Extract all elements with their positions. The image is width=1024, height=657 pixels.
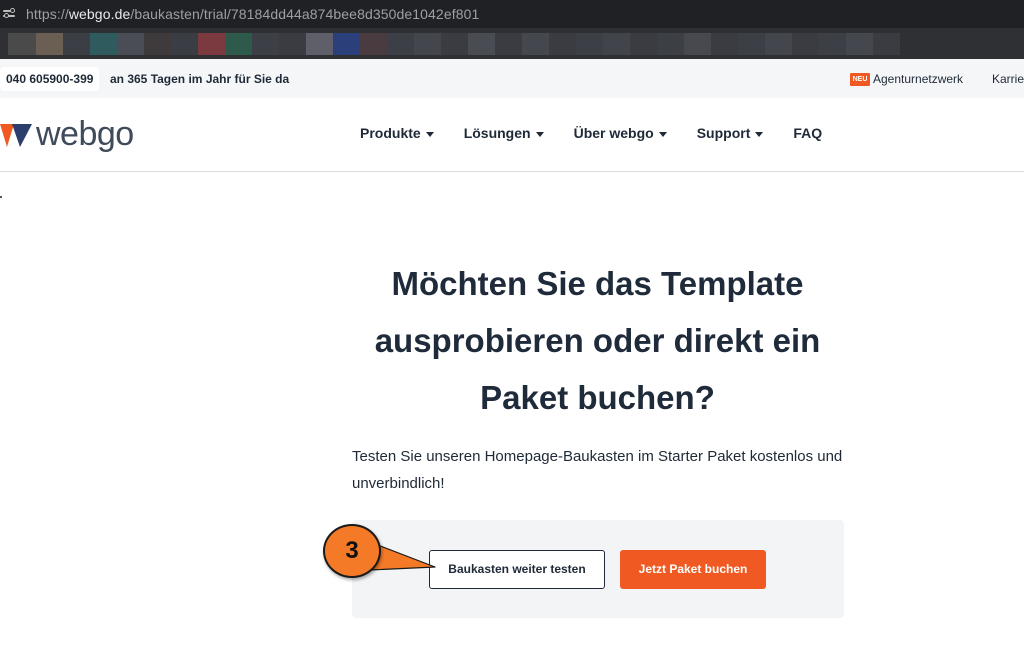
nav-produkte[interactable]: Produkte bbox=[360, 125, 434, 141]
bookmark-item[interactable] bbox=[8, 32, 36, 55]
nav-label: Support bbox=[696, 125, 751, 141]
bookmark-item[interactable] bbox=[387, 32, 414, 55]
top-info-bar: 040 605900-399 an 365 Tagen im Jahr für … bbox=[0, 59, 1024, 98]
bookmark-item[interactable] bbox=[198, 32, 225, 55]
bookmark-item[interactable] bbox=[63, 32, 90, 55]
nav-loesungen[interactable]: Lösungen bbox=[464, 125, 544, 141]
bookmark-item[interactable] bbox=[630, 32, 657, 55]
title-line: ausprobieren oder direkt ein bbox=[374, 322, 821, 359]
bookmark-item[interactable] bbox=[657, 32, 684, 55]
bookmark-item[interactable] bbox=[225, 32, 252, 55]
page-title: Möchten Sie das Template ausprobieren od… bbox=[330, 255, 865, 426]
bookmark-item[interactable] bbox=[738, 32, 765, 55]
browser-address-bar[interactable]: https://webgo.de/baukasten/trial/78184dd… bbox=[0, 0, 1024, 28]
url-prefix: https:// bbox=[26, 6, 69, 22]
bookmark-item[interactable] bbox=[117, 32, 144, 55]
nav-label: Lösungen bbox=[463, 125, 531, 141]
title-line: Paket buchen? bbox=[480, 379, 715, 416]
bookmark-item[interactable] bbox=[279, 32, 306, 55]
nav-label: Produkte bbox=[360, 125, 421, 141]
bookmark-item[interactable] bbox=[495, 32, 522, 55]
bookmark-item[interactable] bbox=[468, 32, 495, 55]
nav-support[interactable]: Support bbox=[697, 125, 764, 141]
nav-label: FAQ bbox=[793, 125, 823, 141]
nav-faq[interactable]: FAQ bbox=[793, 125, 822, 141]
bookmark-item[interactable] bbox=[306, 32, 333, 55]
new-badge: NEU bbox=[850, 73, 870, 86]
bookmark-item[interactable] bbox=[333, 32, 360, 55]
bookmark-item[interactable] bbox=[576, 32, 603, 55]
bookmark-item[interactable] bbox=[603, 32, 630, 55]
bookmark-item[interactable] bbox=[252, 32, 279, 55]
nav-ueber-webgo[interactable]: Über webgo bbox=[574, 125, 667, 141]
bookmark-item[interactable] bbox=[711, 32, 738, 55]
bookmarks-bar bbox=[0, 28, 1024, 59]
url-path: /baukasten/trial/78184dd44a874bee8d350de… bbox=[130, 6, 480, 22]
nav-label: Über webgo bbox=[573, 125, 654, 141]
site-settings-icon[interactable] bbox=[3, 7, 19, 21]
webgo-logo[interactable]: webgo bbox=[0, 114, 134, 154]
step-badge: 3 bbox=[323, 524, 381, 578]
bookmark-item[interactable] bbox=[360, 32, 387, 55]
chevron-down-icon bbox=[658, 131, 667, 137]
page-mark bbox=[0, 196, 2, 198]
karriere-link[interactable]: Karrie bbox=[992, 67, 1024, 91]
bookmark-item[interactable] bbox=[765, 32, 792, 55]
agenturnetzwerk-link[interactable]: Agenturnetzwerk bbox=[873, 67, 963, 91]
webgo-logo-icon bbox=[0, 124, 32, 147]
bookmark-item[interactable] bbox=[792, 32, 819, 55]
bookmark-item[interactable] bbox=[414, 32, 441, 55]
url-text[interactable]: https://webgo.de/baukasten/trial/78184dd… bbox=[26, 6, 479, 22]
bookmark-item[interactable] bbox=[846, 32, 873, 55]
continue-testing-button[interactable]: Baukasten weiter testen bbox=[429, 550, 605, 589]
bookmark-item[interactable] bbox=[171, 32, 198, 55]
bookmark-item[interactable] bbox=[441, 32, 468, 55]
site-header: webgo Produkte Lösungen Über webgo Suppo… bbox=[0, 98, 1024, 172]
bookmark-item[interactable] bbox=[684, 32, 711, 55]
url-domain: webgo.de bbox=[68, 6, 131, 22]
main-nav: Produkte Lösungen Über webgo Support FAQ bbox=[360, 125, 852, 141]
phone-number[interactable]: 040 605900-399 bbox=[0, 67, 100, 91]
bookmark-item[interactable] bbox=[144, 32, 171, 55]
bookmark-item[interactable] bbox=[873, 32, 900, 55]
chevron-down-icon bbox=[535, 131, 544, 137]
bookmark-item[interactable] bbox=[90, 32, 117, 55]
chevron-down-icon bbox=[755, 131, 764, 137]
bookmark-item[interactable] bbox=[36, 32, 63, 55]
bookmark-item[interactable] bbox=[549, 32, 576, 55]
bookmark-item[interactable] bbox=[819, 32, 846, 55]
book-package-button[interactable]: Jetzt Paket buchen bbox=[620, 550, 766, 589]
chevron-down-icon bbox=[425, 131, 434, 137]
availability-tagline: an 365 Tagen im Jahr für Sie da bbox=[110, 72, 290, 86]
logo-wordmark: webgo bbox=[36, 115, 134, 153]
bookmark-item[interactable] bbox=[522, 32, 549, 55]
page-subtitle: Testen Sie unseren Homepage-Baukasten im… bbox=[352, 448, 843, 492]
title-line: Möchten Sie das Template bbox=[391, 265, 804, 302]
